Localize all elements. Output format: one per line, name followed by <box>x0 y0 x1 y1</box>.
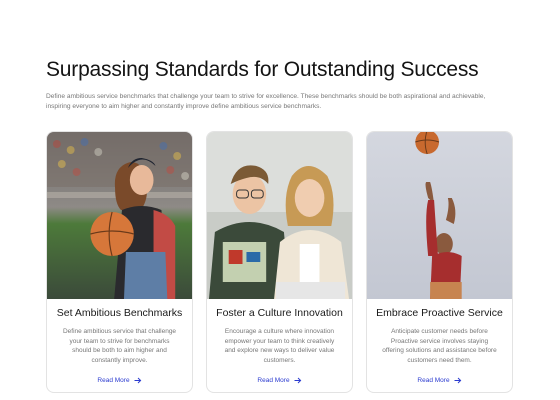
card-title: Foster a Culture Innovation <box>216 307 343 319</box>
card-text: Encourage a culture where innovation emp… <box>224 328 335 364</box>
card-image-two-students <box>207 132 352 299</box>
arrow-right-icon <box>294 378 301 384</box>
card-set-ambitious-benchmarks: Set Ambitious Benchmarks Define ambitiou… <box>46 131 193 393</box>
page-title: Surpassing Standards for Outstanding Suc… <box>46 58 479 81</box>
read-more-link[interactable]: Read More <box>257 377 301 384</box>
read-more-label: Read More <box>417 377 450 385</box>
arrow-right-icon <box>454 378 461 384</box>
card-embrace-proactive-service: Embrace Proactive Service Anticipate cus… <box>366 131 513 393</box>
read-more-label: Read More <box>97 377 130 385</box>
card-foster-culture-innovation: Foster a Culture Innovation Encourage a … <box>206 131 353 393</box>
card-text: Define ambitious service that challenge … <box>62 328 177 364</box>
card-title: Embrace Proactive Service <box>376 307 503 319</box>
card-image-woman-basketball <box>47 132 192 299</box>
card-text: Anticipate customer needs before Proacti… <box>382 328 497 364</box>
card-title: Set Ambitious Benchmarks <box>56 307 183 319</box>
read-more-label: Read More <box>257 377 290 385</box>
page-subtitle: Define ambitious service benchmarks that… <box>46 93 486 110</box>
woman-basketball-photo <box>47 132 192 299</box>
card-image-basketball-jump <box>367 132 512 299</box>
two-students-photo <box>207 132 352 299</box>
read-more-link[interactable]: Read More <box>97 377 141 384</box>
basketball-jump-photo <box>367 132 512 299</box>
card-grid: Set Ambitious Benchmarks Define ambitiou… <box>46 131 514 393</box>
arrow-right-icon <box>134 378 141 384</box>
read-more-link[interactable]: Read More <box>417 377 461 384</box>
